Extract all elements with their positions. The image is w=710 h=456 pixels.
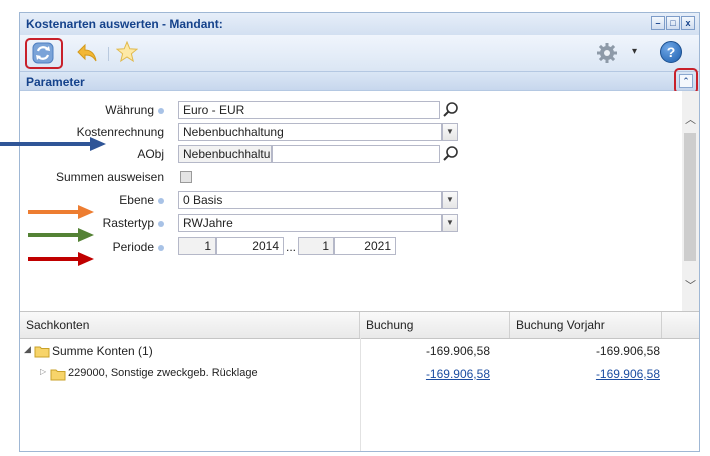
periode-from-year[interactable]: 2014 [216, 237, 284, 255]
required-dot [158, 197, 164, 204]
collapse-button[interactable]: ⌃ [679, 74, 693, 88]
search-icon[interactable] [442, 101, 460, 119]
settings-dropdown-icon[interactable]: ▾ [632, 46, 637, 57]
back-button[interactable] [76, 43, 98, 66]
red-arrow-icon [28, 252, 94, 266]
results-grid: Sachkonten Buchung Buchung Vorjahr ◢ Sum… [20, 311, 699, 451]
refresh-button[interactable] [30, 40, 56, 66]
aobj-code-field[interactable]: Nebenbuchhaltu [178, 145, 272, 163]
waehrung-label: Währung [105, 103, 154, 117]
toolbar: ▾ ? [20, 35, 699, 71]
buchung-link[interactable]: -169.906,58 [426, 367, 490, 381]
column-header-sachkonten[interactable]: Sachkonten [20, 312, 360, 338]
required-dot [158, 244, 164, 251]
report-window: Kostenarten auswerten - Mandant: – □ x ▾… [19, 12, 700, 452]
table-row[interactable]: ▷ 229000, Sonstige zweckgeb. Rücklage -1… [20, 365, 680, 385]
gear-icon [597, 43, 617, 63]
periode-to-period[interactable]: 1 [298, 237, 334, 255]
window-controls: – □ x [651, 16, 695, 30]
chevron-down-icon[interactable]: ▼ [442, 123, 458, 141]
rastertyp-label: Rastertyp [102, 216, 154, 230]
summen-checkbox[interactable] [180, 171, 192, 183]
help-icon: ? [666, 44, 676, 60]
title-bar: Kostenarten auswerten - Mandant: – □ x [20, 13, 699, 35]
required-dot [158, 220, 164, 227]
table-row[interactable]: ◢ Summe Konten (1) -169.906,58 -169.906,… [20, 342, 680, 362]
arrow-back-icon [77, 43, 97, 62]
maximize-button[interactable]: □ [666, 16, 680, 30]
folder-icon [50, 369, 66, 381]
chevron-down-icon[interactable]: ▼ [442, 214, 458, 232]
search-icon[interactable] [442, 145, 460, 163]
kostenrechnung-select[interactable]: Nebenbuchhaltung [178, 123, 442, 141]
parameter-panel-header: Parameter ⌃ [20, 68, 699, 94]
parameter-form: Währung Euro - EUR Kostenrechnung Nebenb… [20, 91, 699, 311]
ebene-label: Ebene [119, 193, 154, 207]
chevron-down-icon[interactable]: ﹀ [682, 277, 699, 293]
favorite-button[interactable] [115, 40, 139, 66]
ebene-select[interactable]: 0 Basis [178, 191, 442, 209]
periode-to-year[interactable]: 2021 [334, 237, 396, 255]
parameter-scrollbar[interactable]: ︿ ﹀ [682, 91, 699, 311]
minimize-button[interactable]: – [651, 16, 665, 30]
required-dot [158, 107, 164, 114]
column-header-buchung[interactable]: Buchung [360, 312, 510, 338]
column-header-buchung-vorjahr[interactable]: Buchung Vorjahr [510, 312, 662, 338]
rastertyp-select[interactable]: RWJahre [178, 214, 442, 232]
toolbar-separator [108, 47, 109, 61]
periode-label: Periode [112, 240, 154, 254]
buchung-vorjahr-link[interactable]: -169.906,58 [596, 367, 660, 381]
green-arrow-icon [28, 228, 94, 242]
star-icon [115, 40, 139, 63]
grid-header: Sachkonten Buchung Buchung Vorjahr [20, 312, 699, 339]
summen-label: Summen ausweisen [55, 170, 164, 184]
chevron-down-icon[interactable]: ▼ [442, 191, 458, 209]
aobj-label: AObj [137, 147, 164, 161]
refresh-icon [32, 42, 54, 64]
blue-arrow-icon [0, 137, 106, 151]
parameter-panel-title: Parameter [26, 75, 85, 89]
waehrung-field[interactable]: Euro - EUR [178, 101, 440, 119]
expand-icon[interactable]: ◢ [24, 344, 31, 355]
help-button[interactable]: ? [660, 41, 682, 63]
periode-range-separator: ... [286, 240, 297, 254]
orange-arrow-icon [28, 205, 94, 219]
scrollbar-thumb[interactable] [684, 133, 696, 261]
settings-button[interactable] [596, 42, 618, 67]
close-button[interactable]: x [681, 16, 695, 30]
row-label: Summe Konten (1) [52, 344, 153, 358]
aobj-text-field[interactable] [272, 145, 440, 163]
periode-from-period[interactable]: 1 [178, 237, 216, 255]
row-label: 229000, Sonstige zweckgeb. Rücklage [68, 367, 258, 379]
buchung-vorjahr-value: -169.906,58 [595, 344, 660, 358]
chevron-up-icon: ⌃ [682, 76, 690, 86]
expand-icon[interactable]: ▷ [40, 367, 46, 376]
buchung-value: -169.906,58 [425, 344, 490, 358]
waehrung-label-row: Währung [24, 103, 164, 117]
summen-label-row: Summen ausweisen [24, 170, 164, 184]
folder-icon [34, 346, 50, 358]
chevron-up-icon[interactable]: ︿ [682, 111, 699, 127]
window-title: Kostenarten auswerten - Mandant: [26, 17, 223, 31]
